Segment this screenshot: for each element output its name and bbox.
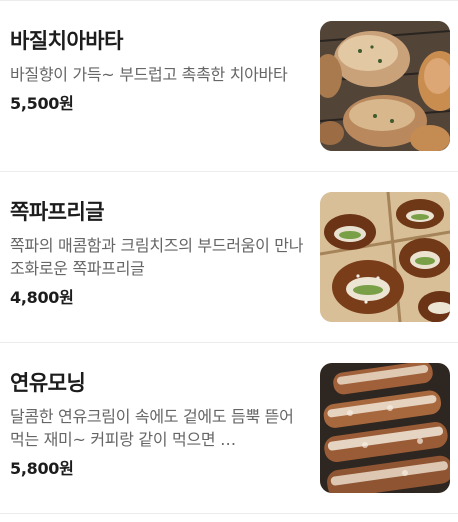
menu-item-name: 바질치아바타	[10, 29, 123, 53]
menu-item-price: 4,800원	[10, 288, 74, 307]
menu-item-text: 바질치아바타 바질향이 가득~ 부드럽고 촉촉한 치아바타 5,500원	[10, 26, 305, 115]
menu-list: 바질치아바타 바질향이 가득~ 부드럽고 촉촉한 치아바타 5,500원 쪽파프…	[0, 0, 458, 522]
menu-item-price: 5,800원	[10, 459, 74, 478]
menu-item-scallion-pretzel[interactable]: 쪽파프리글 쪽파의 매콤함과 크림치즈의 부드러움이 만나 조화로운 쪽파프리글…	[0, 172, 458, 343]
menu-item-text: 연유모닝 달콤한 연유크림이 속에도 겉에도 듬뿍 뜯어먹는 재미~ 커피랑 같…	[10, 368, 305, 480]
menu-item-name: 쪽파프리글	[10, 200, 105, 224]
menu-item-description: 쪽파의 매콤함과 크림치즈의 부드러움이 만나 조화로운 쪽파프리글	[10, 236, 304, 278]
menu-item-text: 쪽파프리글 쪽파의 매콤함과 크림치즈의 부드러움이 만나 조화로운 쪽파프리글…	[10, 197, 305, 309]
menu-item-condensed-milk-morning[interactable]: 연유모닝 달콤한 연유크림이 속에도 겉에도 듬뿍 뜯어먹는 재미~ 커피랑 같…	[0, 343, 458, 514]
morning-bread-photo[interactable]	[320, 363, 450, 493]
menu-item-price: 5,500원	[10, 94, 74, 113]
pretzel-photo[interactable]	[320, 192, 450, 322]
menu-item-description: 바질향이 가득~ 부드럽고 촉촉한 치아바타	[10, 65, 288, 84]
menu-item-name: 연유모닝	[10, 371, 86, 395]
menu-item-basil-ciabatta[interactable]: 바질치아바타 바질향이 가득~ 부드럽고 촉촉한 치아바타 5,500원	[0, 1, 458, 172]
ciabatta-photo[interactable]	[320, 21, 450, 151]
menu-item-description: 달콤한 연유크림이 속에도 겉에도 듬뿍 뜯어먹는 재미~ 커피랑 같이 먹으면…	[10, 407, 294, 449]
